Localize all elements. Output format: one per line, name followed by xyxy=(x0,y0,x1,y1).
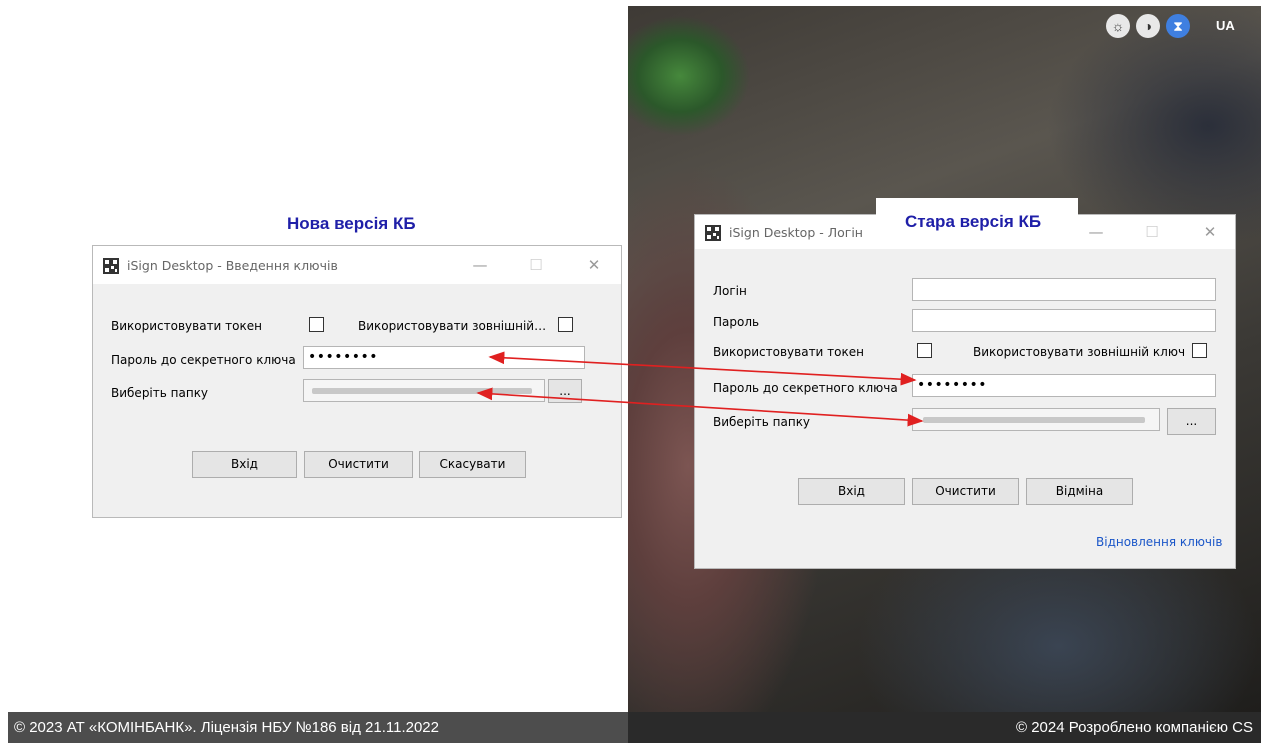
password-field[interactable]: •••••••• xyxy=(303,346,585,369)
titlebar: iSign Desktop - Введення ключів — ☐ ✕ xyxy=(93,246,621,284)
password-label: Пароль до секретного ключа xyxy=(111,353,296,367)
use-token-label: Використовувати токен xyxy=(713,345,864,359)
old-login-dialog: iSign Desktop - Логін — ☐ ✕ Логін Пароль… xyxy=(694,214,1236,569)
browse-button[interactable]: ... xyxy=(1167,408,1216,435)
language-switch[interactable]: UA xyxy=(1216,18,1235,33)
cancel-button[interactable]: Скасувати xyxy=(419,451,526,478)
minimize-button[interactable]: — xyxy=(465,254,495,276)
footer-copyright-left: © 2023 АТ «КОМІНБАНК». Ліцензія НБУ №186… xyxy=(8,712,628,743)
window-title: iSign Desktop - Логін xyxy=(729,225,863,240)
cancel-button[interactable]: Відміна xyxy=(1026,478,1133,505)
blurred-path xyxy=(312,388,532,394)
folder-label: Виберіть папку xyxy=(713,415,811,429)
new-login-dialog: iSign Desktop - Введення ключів — ☐ ✕ Ви… xyxy=(92,245,622,518)
maximize-button[interactable]: ☐ xyxy=(1137,221,1167,243)
use-token-label: Використовувати токен xyxy=(111,319,262,333)
use-external-label: Використовувати зовнішній… xyxy=(358,319,547,333)
close-button[interactable]: ✕ xyxy=(1195,221,1225,243)
footer-copyright-right: © 2024 Розроблено компанією CS xyxy=(628,712,1261,743)
clear-button[interactable]: Очистити xyxy=(912,478,1019,505)
isign-app-icon xyxy=(705,225,721,241)
browse-button[interactable]: ... xyxy=(548,379,582,403)
restore-keys-link[interactable]: Відновлення ключів xyxy=(1096,535,1222,549)
minimize-button[interactable]: — xyxy=(1081,221,1111,243)
caption-old-version: Стара версія КБ xyxy=(905,212,1042,231)
folder-field[interactable] xyxy=(303,379,545,402)
use-external-checkbox[interactable] xyxy=(1192,343,1207,358)
caption-new-version: Нова версія КБ xyxy=(287,214,416,233)
use-external-label: Використовувати зовнішній ключ xyxy=(973,345,1186,359)
window-title: iSign Desktop - Введення ключів xyxy=(127,258,338,273)
contrast-icon[interactable]: ◑ xyxy=(1136,14,1160,38)
footer: © 2023 АТ «КОМІНБАНК». Ліцензія НБУ №186… xyxy=(8,712,1261,743)
secret-password-field[interactable]: •••••••• xyxy=(912,374,1216,397)
login-field[interactable] xyxy=(912,278,1216,301)
clear-button[interactable]: Очистити xyxy=(304,451,413,478)
folder-label: Виберіть папку xyxy=(111,386,209,400)
hourglass-icon[interactable]: ⧗ xyxy=(1166,14,1190,38)
brightness-icon[interactable]: ☼ xyxy=(1106,14,1130,38)
use-token-checkbox[interactable] xyxy=(309,317,324,332)
use-token-checkbox[interactable] xyxy=(917,343,932,358)
use-external-checkbox[interactable] xyxy=(558,317,573,332)
maximize-button[interactable]: ☐ xyxy=(521,254,551,276)
isign-app-icon xyxy=(103,258,119,274)
password-label: Пароль xyxy=(713,315,760,329)
folder-field[interactable] xyxy=(912,408,1160,431)
accessibility-controls: ☼ ◑ ⧗ xyxy=(1106,14,1190,38)
login-label: Логін xyxy=(713,284,747,298)
close-button[interactable]: ✕ xyxy=(579,254,609,276)
login-button[interactable]: Вхід xyxy=(798,478,905,505)
login-button[interactable]: Вхід xyxy=(192,451,297,478)
secret-password-label: Пароль до секретного ключа xyxy=(713,381,898,395)
blurred-path xyxy=(923,417,1145,423)
password-field[interactable] xyxy=(912,309,1216,332)
